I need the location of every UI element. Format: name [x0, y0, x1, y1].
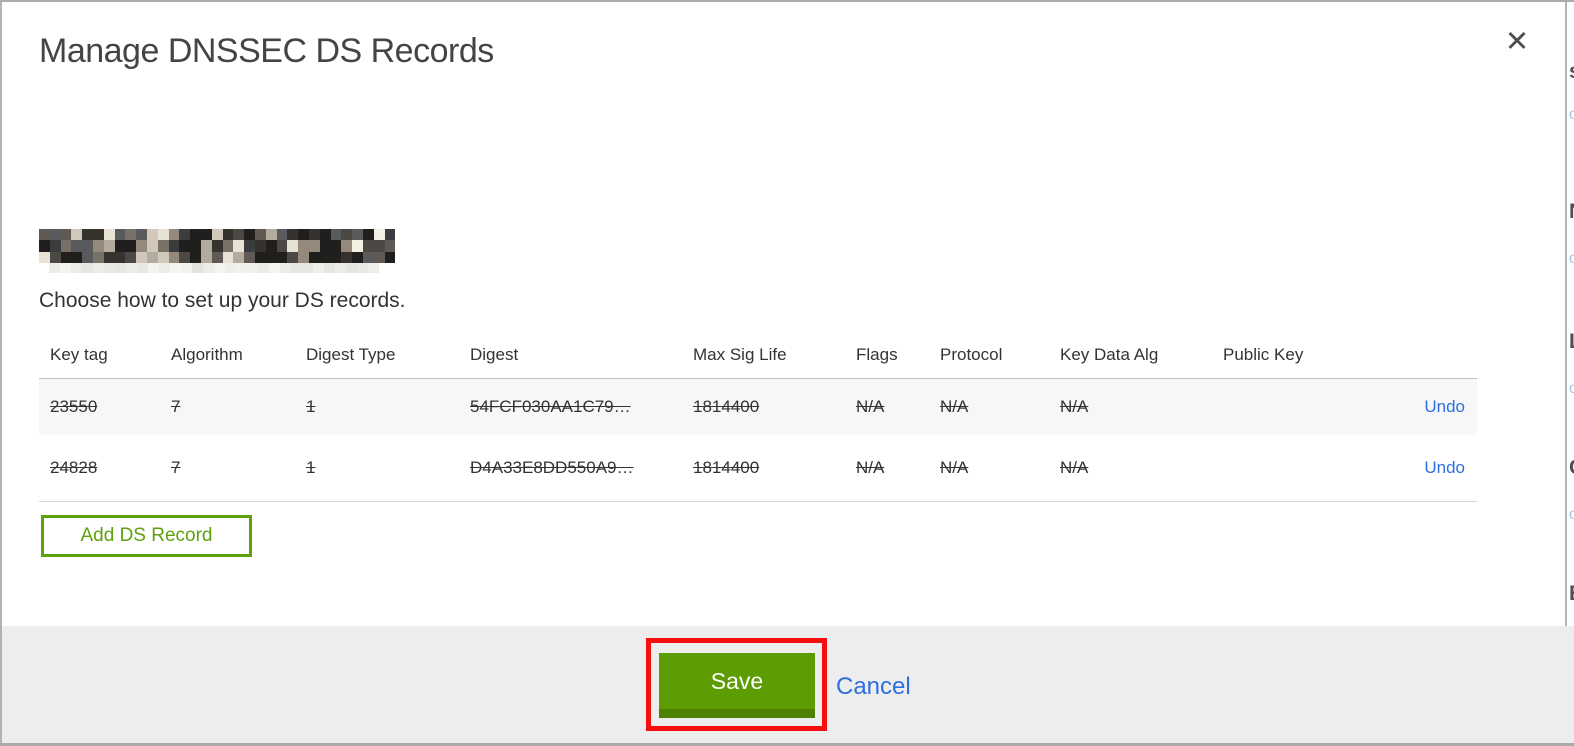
page-title: Manage DNSSEC DS Records	[39, 32, 494, 70]
cell-max-sig-life: 1814400	[693, 396, 760, 416]
cell-digest: 54FCF030AA1C79…	[470, 396, 631, 416]
background-text-fragment: L	[1569, 330, 1574, 354]
background-text-fragment: s	[1569, 60, 1574, 84]
col-header-flags: Flags	[845, 332, 929, 379]
table-row: 23550 7 1 54FCF030AA1C79… 1814400 N/A N/…	[39, 378, 1477, 435]
cell-flags: N/A	[856, 396, 885, 416]
domain-name-redacted	[39, 229, 396, 263]
cell-key-data-alg: N/A	[1060, 396, 1089, 416]
col-header-algorithm: Algorithm	[160, 332, 295, 379]
col-header-digest-type: Digest Type	[295, 332, 459, 379]
background-page-sliver: s N L C Eo o o o	[1567, 2, 1574, 626]
col-header-key-tag: Key tag	[39, 332, 160, 379]
save-button[interactable]: Save	[659, 653, 815, 718]
cell-digest-type: 1	[306, 457, 316, 477]
background-text-fragment: N	[1569, 200, 1574, 224]
cancel-link[interactable]: Cancel	[836, 673, 911, 701]
close-icon[interactable]: ✕	[1499, 24, 1535, 60]
domain-name-redacted-shadow	[49, 263, 379, 273]
dnssec-modal: Manage DNSSEC DS Records ✕ Choose how to…	[0, 0, 1574, 746]
cell-digest: D4A33E8DD550A9…	[470, 457, 634, 477]
background-link-fragment: o	[1569, 250, 1574, 268]
ds-records-table: Key tag Algorithm Digest Type Digest Max…	[39, 332, 1477, 502]
cell-max-sig-life: 1814400	[693, 457, 760, 477]
background-link-fragment: o	[1569, 506, 1574, 524]
cell-key-tag: 24828	[50, 457, 98, 477]
cell-key-tag: 23550	[50, 396, 98, 416]
col-header-protocol: Protocol	[929, 332, 1049, 379]
undo-link[interactable]: Undo	[1424, 458, 1465, 477]
cell-protocol: N/A	[940, 396, 969, 416]
cell-digest-type: 1	[306, 396, 316, 416]
background-text-fragment: E	[1569, 582, 1574, 606]
add-ds-record-button[interactable]: Add DS Record	[41, 515, 252, 557]
undo-link[interactable]: Undo	[1424, 397, 1465, 416]
col-header-actions	[1362, 332, 1477, 379]
col-header-digest: Digest	[459, 332, 682, 379]
cell-algorithm: 7	[171, 396, 181, 416]
background-link-fragment: o	[1569, 106, 1574, 124]
col-header-max-sig-life: Max Sig Life	[682, 332, 845, 379]
subtitle: Choose how to set up your DS records.	[39, 289, 406, 312]
background-text-fragment: C	[1569, 456, 1574, 480]
col-header-public-key: Public Key	[1212, 332, 1362, 379]
table-header-row: Key tag Algorithm Digest Type Digest Max…	[39, 332, 1477, 379]
cell-algorithm: 7	[171, 457, 181, 477]
table-row: 24828 7 1 D4A33E8DD550A9… 1814400 N/A N/…	[39, 435, 1477, 502]
col-header-key-data-alg: Key Data Alg	[1049, 332, 1212, 379]
cell-flags: N/A	[856, 457, 885, 477]
cell-protocol: N/A	[940, 457, 969, 477]
cell-key-data-alg: N/A	[1060, 457, 1089, 477]
background-link-fragment: o	[1569, 380, 1574, 398]
